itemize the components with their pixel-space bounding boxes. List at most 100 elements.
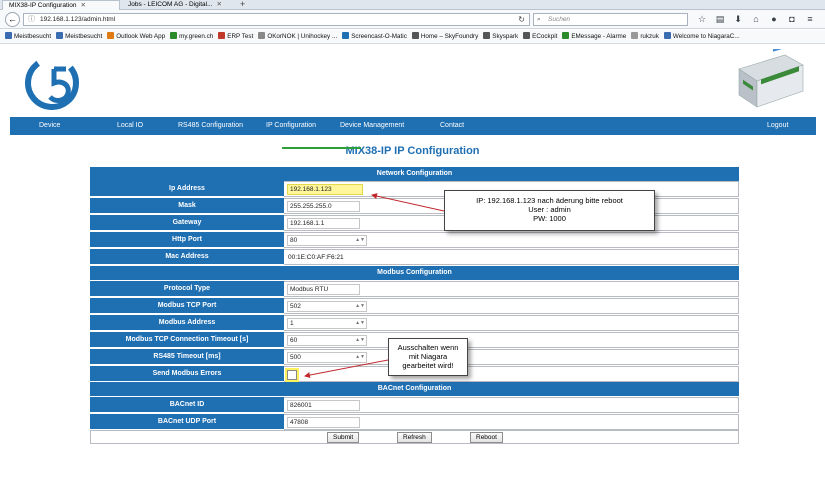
bookmark-label: my.green.ch xyxy=(179,33,214,40)
ip-note-line: IP: 192.168.1.123 nach äderung bitte reb… xyxy=(476,196,623,205)
menu-item-device-management[interactable]: Device Management xyxy=(340,117,404,135)
search-icon: ⌕ xyxy=(537,16,541,23)
bacnet-id-input[interactable]: 826001 xyxy=(287,400,360,411)
reload-icon[interactable]: ↻ xyxy=(518,14,525,25)
bookmark-favicon-icon xyxy=(483,32,491,39)
tab-leicom-jobs[interactable]: Jobs - LEICOM AG - Digital... ✕ xyxy=(122,0,238,10)
bookmark-favicon-icon xyxy=(411,32,419,39)
bookmark-item[interactable]: Outlook Web App xyxy=(107,30,165,43)
bacnet-id-label: BACnet ID xyxy=(90,397,284,413)
row-protocol-type: Protocol Type Modbus RTU xyxy=(90,281,739,297)
protocol-type-select[interactable]: Modbus RTU xyxy=(287,284,360,295)
download-icon[interactable]: ⬇ xyxy=(729,13,747,26)
protocol-type-value: Modbus RTU xyxy=(290,286,329,293)
close-tab-icon[interactable]: ✕ xyxy=(217,1,222,8)
reading-list-icon[interactable]: ▤ xyxy=(711,13,729,26)
bookmark-label: rukzuk xyxy=(640,33,659,40)
bookmark-item[interactable]: Screencast-O-Matic xyxy=(342,30,407,43)
spinner-icon[interactable]: ▲▼ xyxy=(355,319,365,328)
bookmark-favicon-icon xyxy=(342,32,350,39)
menu-item-rs485-configuration[interactable]: RS485 Configuration xyxy=(178,117,243,135)
refresh-button[interactable]: Refresh xyxy=(397,432,432,443)
browser-nav-bar: ← ⓘ 192.168.1.123/admin.html ↻ ⌕ Suchen … xyxy=(0,10,825,29)
modbus-tcp-port-value: 502 xyxy=(290,303,301,310)
ip-note-line: PW: 1000 xyxy=(533,214,566,223)
bacnet-udp-port-input[interactable]: 47808 xyxy=(287,417,360,428)
spinner-icon[interactable]: ▲▼ xyxy=(355,353,365,362)
gateway-input[interactable] xyxy=(287,218,360,229)
modbus-tcp-port-stepper[interactable]: 502 ▲▼ xyxy=(287,301,367,312)
row-http-port: Http Port 80 ▲▼ xyxy=(90,232,739,248)
info-icon[interactable]: ⓘ xyxy=(28,14,35,25)
mask-input[interactable] xyxy=(287,201,360,212)
bacnet-id-value: 826001 xyxy=(290,402,312,409)
send-modbus-errors-checkbox[interactable] xyxy=(287,370,297,380)
bookmark-item[interactable]: my.green.ch xyxy=(170,30,214,43)
spinner-icon[interactable]: ▲▼ xyxy=(355,236,365,245)
bookmark-favicon-icon xyxy=(523,32,531,39)
menu-icon[interactable]: ≡ xyxy=(801,13,819,26)
modbus-tcp-port-label: Modbus TCP Port xyxy=(90,298,284,314)
bookmark-favicon-icon xyxy=(170,32,178,39)
bookmark-item[interactable]: EMessage - Alarme xyxy=(562,30,626,43)
spinner-icon[interactable]: ▲▼ xyxy=(355,336,365,345)
search-input[interactable]: ⌕ Suchen xyxy=(533,13,688,26)
bookmark-item[interactable]: Welcome to NiagaraC... xyxy=(663,30,740,43)
rs485-timeout-stepper[interactable]: 500 ▲▼ xyxy=(287,352,367,363)
home-icon[interactable]: ⌂ xyxy=(747,13,765,26)
bookmark-favicon-icon xyxy=(218,32,226,39)
bookmark-item[interactable]: rukzuk xyxy=(631,30,659,43)
modbus-note-line: mit Niagara xyxy=(408,352,448,361)
ip-address-label: Ip Address xyxy=(90,181,284,197)
ip-highlight-line xyxy=(282,147,361,149)
bookmark-item[interactable]: Meistbesucht xyxy=(5,30,52,43)
bookmark-favicon-icon xyxy=(56,32,64,39)
spinner-icon[interactable]: ▲▼ xyxy=(355,302,365,311)
row-modbus-tcp-port: Modbus TCP Port 502 ▲▼ xyxy=(90,298,739,314)
bookmark-item[interactable]: Home – SkyFoundry xyxy=(411,30,478,43)
tab-mix38-config[interactable]: MIX38-IP Configuration ✕ xyxy=(2,0,120,10)
section-bacnet-header: BACnet Configuration xyxy=(90,382,739,396)
modbus-address-stepper[interactable]: 1 ▲▼ xyxy=(287,318,367,329)
modbus-address-label: Modbus Address xyxy=(90,315,284,331)
submit-button[interactable]: Submit xyxy=(327,432,360,443)
bookmark-item[interactable]: Skyspark xyxy=(483,30,519,43)
modbus-tcp-timeout-stepper[interactable]: 60 ▲▼ xyxy=(287,335,367,346)
bookmark-label: Skyspark xyxy=(492,33,519,40)
bookmark-star-icon[interactable]: ☆ xyxy=(693,13,711,26)
logout-link[interactable]: Logout xyxy=(767,117,788,135)
bookmark-favicon-icon xyxy=(5,32,12,39)
close-tab-icon[interactable]: ✕ xyxy=(80,2,85,9)
back-arrow-icon[interactable]: ← xyxy=(5,12,20,27)
modbus-tcp-timeout-label: Modbus TCP Connection Timeout [s] xyxy=(90,332,284,348)
bookmark-item[interactable]: ERP Test xyxy=(218,30,253,43)
bookmark-favicon-icon xyxy=(631,32,639,39)
ip-note-line: User : admin xyxy=(528,205,571,214)
menu-item-device[interactable]: Device xyxy=(39,117,60,135)
search-placeholder: Suchen xyxy=(548,16,571,23)
http-port-stepper[interactable]: 80 ▲▼ xyxy=(287,235,367,246)
toolbar-icons: ☆ ▤ ⬇ ⌂ ● ◘ ≡ xyxy=(693,13,823,26)
ip-address-input[interactable] xyxy=(287,184,363,195)
bookmark-favicon-icon xyxy=(663,32,671,39)
tab-label: Jobs - LEICOM AG - Digital... xyxy=(128,1,213,8)
chat-icon[interactable]: ● xyxy=(765,13,783,26)
menu-item-contact[interactable]: Contact xyxy=(440,117,464,135)
bookmark-label: Meistbesucht xyxy=(65,33,103,40)
row-bacnet-id: BACnet ID 826001 xyxy=(90,397,739,413)
bookmark-item[interactable]: OKorNOK | Unihockey ... xyxy=(258,30,338,43)
http-port-value: 80 xyxy=(290,237,298,244)
main-menu: Device Local IO RS485 Configuration IP C… xyxy=(10,117,816,135)
bookmark-label: OKorNOK | Unihockey ... xyxy=(267,33,338,40)
url-bar[interactable]: ⓘ 192.168.1.123/admin.html ↻ xyxy=(23,13,530,26)
row-bacnet-udp-port: BACnet UDP Port 47808 xyxy=(90,414,739,430)
reboot-button[interactable]: Reboot xyxy=(470,432,503,443)
bookmark-item[interactable]: Meistbesucht xyxy=(56,30,103,43)
pocket-icon[interactable]: ◘ xyxy=(783,13,801,26)
bookmark-label: Meistbesucht xyxy=(14,33,52,40)
menu-item-ip-configuration[interactable]: IP Configuration xyxy=(266,117,316,135)
bookmark-item[interactable]: ECockpit xyxy=(523,30,557,43)
tab-label: MIX38-IP Configuration xyxy=(9,2,77,9)
menu-item-local-io[interactable]: Local IO xyxy=(117,117,143,135)
new-tab-icon[interactable]: + xyxy=(240,0,245,9)
